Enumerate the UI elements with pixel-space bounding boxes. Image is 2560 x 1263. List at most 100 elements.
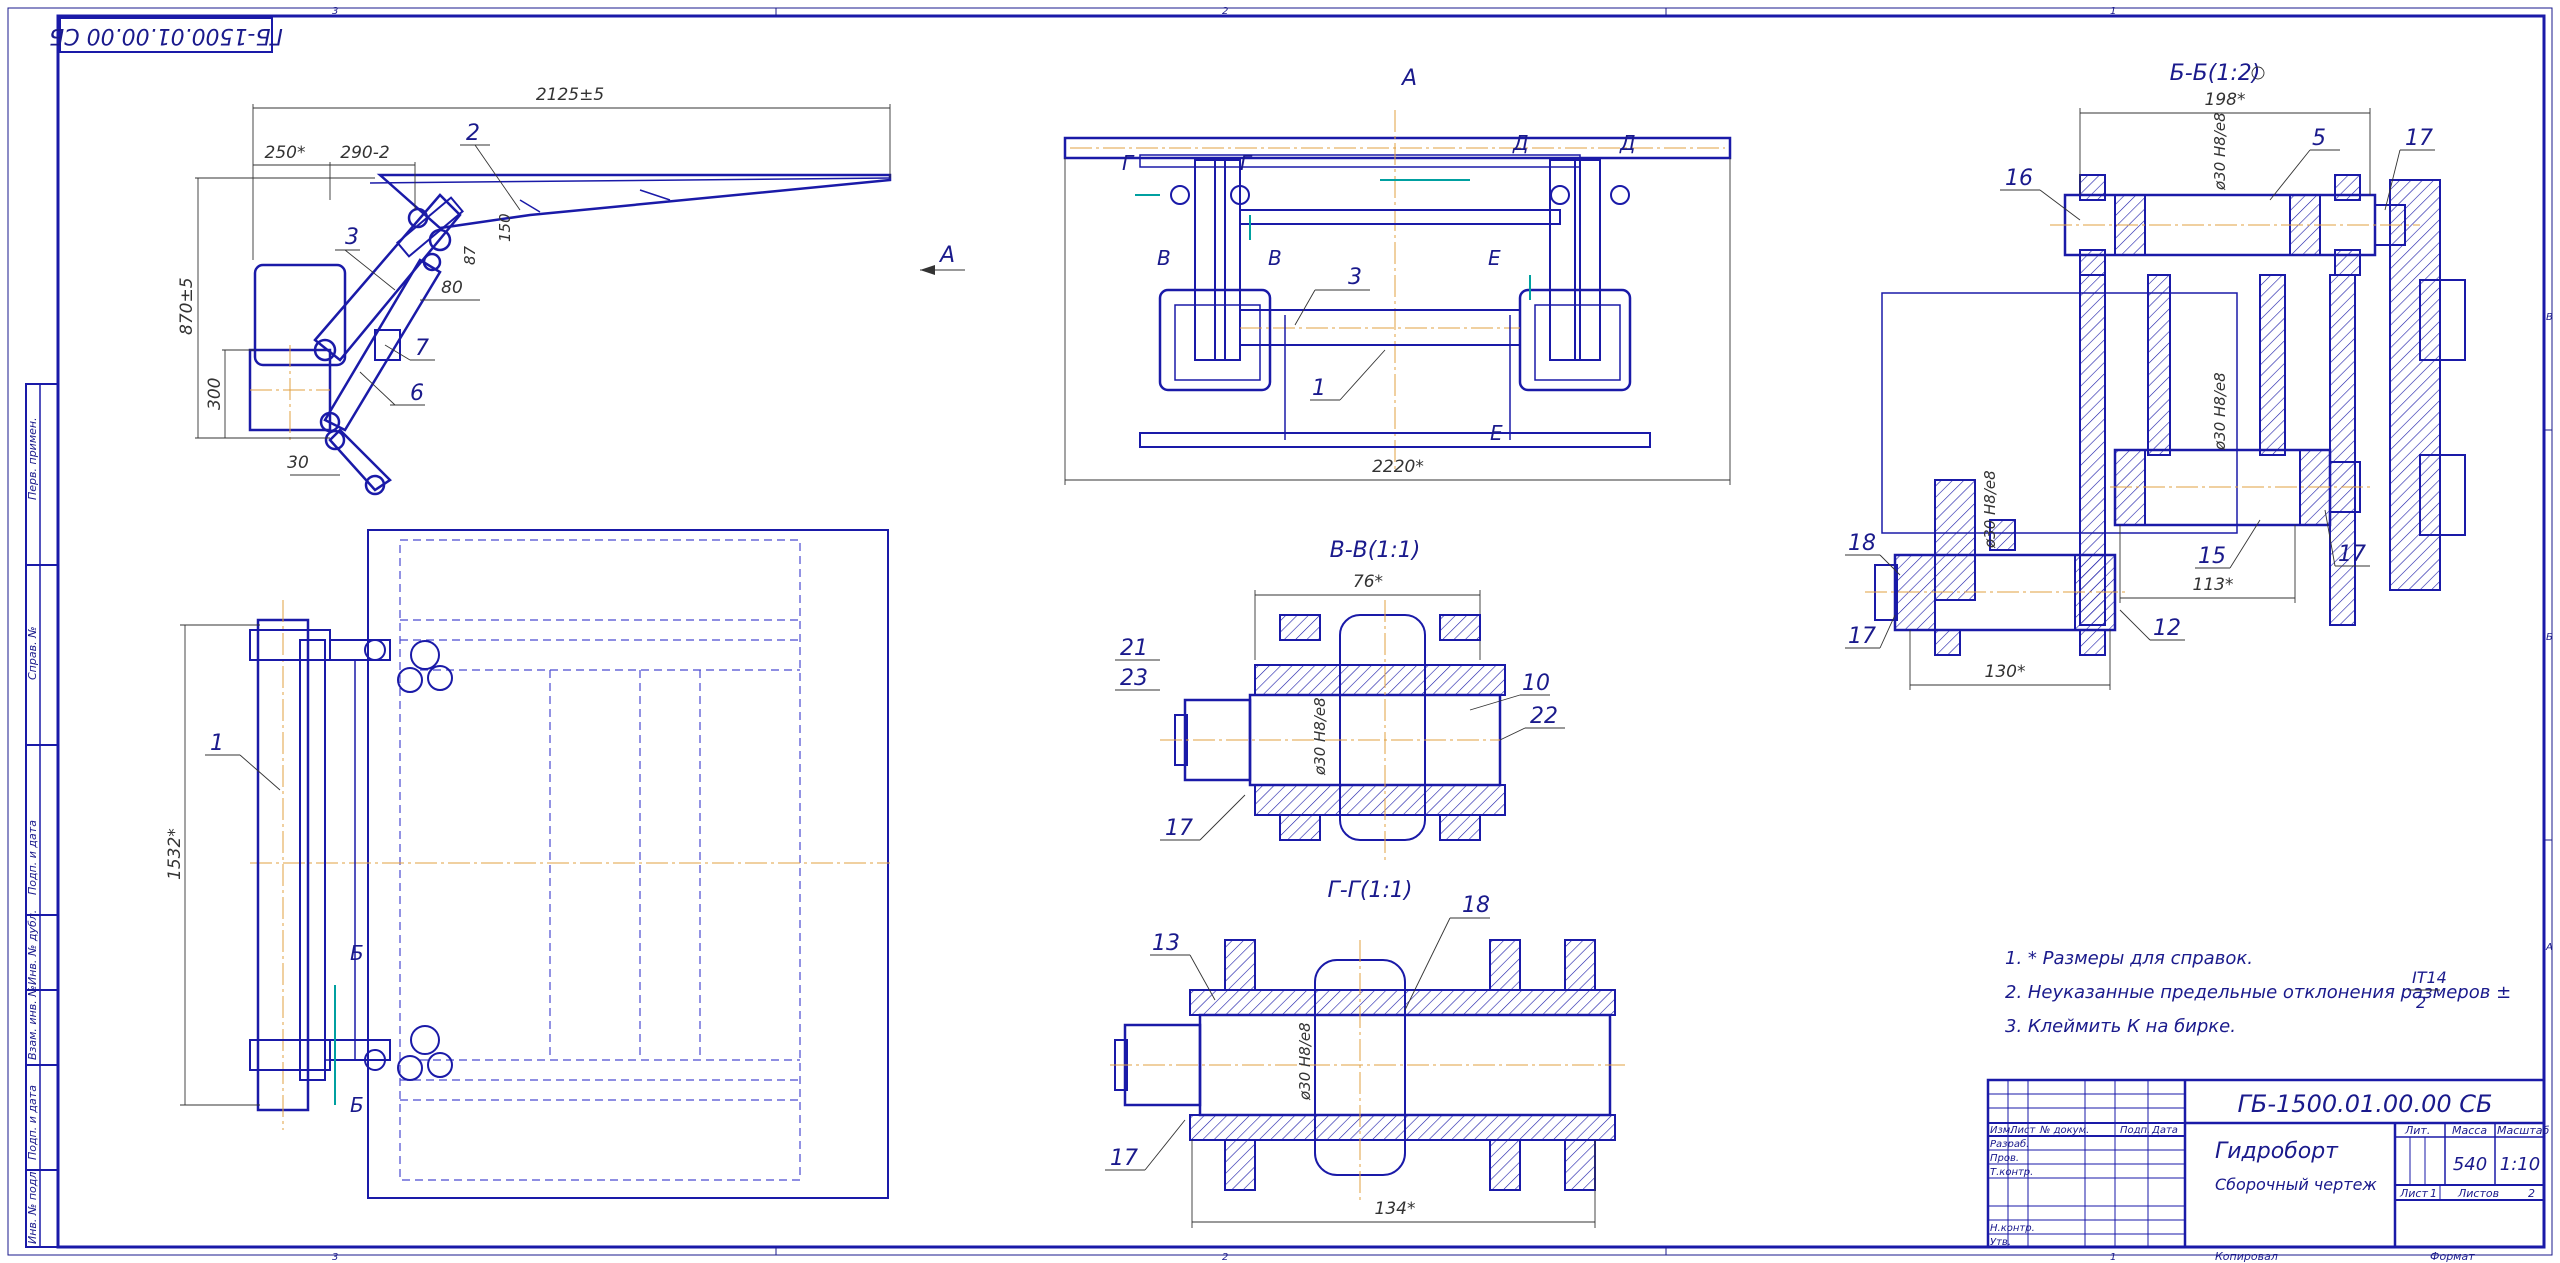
- dim-134: 134*: [1375, 1199, 1416, 1219]
- label-17-bb-top: 17: [2405, 126, 2433, 151]
- section-v-right: В: [1268, 246, 1282, 270]
- dim-198: 198*: [2205, 90, 2246, 110]
- tb-role-razrab: Разраб.: [1990, 1138, 2029, 1150]
- tb-scale-label: Масштаб: [2497, 1124, 2549, 1137]
- dim-130: 130*: [1985, 662, 2026, 682]
- tb-role-tkontr: Т.контр.: [1990, 1167, 2033, 1178]
- label-12: 12: [2153, 616, 2181, 641]
- note-fraction-num: IT14: [2412, 968, 2447, 987]
- top-view: 1532* 1 Б Б: [165, 529, 890, 1199]
- title-block: Изм. Лист № докум. Подп. Дата Разраб. Пр…: [1986, 1078, 2549, 1263]
- section-e-top: Е: [1488, 246, 1501, 270]
- label-6: 6: [410, 381, 424, 406]
- dim-76: 76*: [1353, 572, 1383, 592]
- label-21: 21: [1120, 636, 1148, 661]
- section-gg: Г-Г(1:1) ø30 H8/e8 134* 13 18 17: [1105, 878, 1625, 1228]
- zone-bottom-2: 2: [1222, 1252, 1228, 1263]
- dim-2125: 2125±5: [536, 85, 604, 105]
- label-10: 10: [1522, 671, 1550, 696]
- fit-bb-top: ø30 H8/e8: [2211, 112, 2229, 191]
- dim-2220: 2220*: [1372, 457, 1424, 477]
- strip-label-3: Инв. № дубл.: [26, 910, 39, 985]
- dim-290: 290-2: [340, 143, 389, 163]
- label-3-viewa: 3: [1348, 265, 1362, 290]
- note-fraction-den: 2: [2416, 993, 2426, 1012]
- section-b-mark-bottom: Б: [350, 1093, 364, 1117]
- zone-top-1: 1: [2110, 6, 2116, 17]
- zone-right-b: Б: [2546, 632, 2553, 643]
- section-vv: В-В(1:1) 76* ø30 H8/e8 21 23 10 22 17: [1115, 538, 1565, 860]
- fit-gg: ø30 H8/e8: [1296, 1022, 1314, 1101]
- tb-col-data: Дата: [2151, 1125, 2178, 1136]
- label-18-gg: 18: [1462, 893, 1490, 918]
- zone-bottom-3: 3: [332, 1252, 338, 1263]
- fit-bb-mid: ø30 H8/e8: [2211, 372, 2229, 451]
- tb-col-docnum: № докум.: [2039, 1125, 2089, 1136]
- tb-copied: Копировал: [2215, 1250, 2278, 1263]
- view-a-title: А: [1400, 66, 1417, 91]
- tb-doc-type: Сборочный чертеж: [2215, 1175, 2377, 1194]
- section-g-right: Г: [1240, 151, 1253, 175]
- rotated-stamp: ГБ-1500.01.00.00 СБ: [49, 17, 283, 53]
- label-7: 7: [415, 336, 429, 361]
- tb-scale: 1:10: [2500, 1154, 2540, 1175]
- tb-col-podp: Подп.: [2120, 1125, 2150, 1136]
- stamp-code: ГБ-1500.01.00.00 СБ: [49, 23, 283, 48]
- dim-1532: 1532*: [165, 828, 185, 880]
- tb-sheets: 2: [2528, 1187, 2535, 1200]
- label-3: 3: [345, 225, 359, 250]
- fit-bb-bottom: ø30 H8/e8: [1981, 470, 1999, 549]
- tb-role-nkontr: Н.контр.: [1990, 1223, 2035, 1234]
- label-23: 23: [1120, 666, 1148, 691]
- dim-30: 30: [287, 453, 309, 473]
- zone-top-3: 3: [332, 6, 338, 17]
- label-18-bb: 18: [1848, 531, 1876, 556]
- dim-870: 870±5: [177, 277, 197, 335]
- section-gg-title: Г-Г(1:1): [1327, 878, 1412, 903]
- note-1: 1. * Размеры для справок.: [2005, 948, 2253, 969]
- section-b-mark-top: Б: [350, 941, 364, 965]
- label-1-viewa: 1: [1312, 376, 1326, 401]
- tb-mass: 540: [2453, 1154, 2487, 1175]
- strip-label-1: Справ. №: [26, 626, 39, 680]
- section-v-left: В: [1157, 246, 1171, 270]
- label-17-vv: 17: [1165, 816, 1193, 841]
- strip-label-0: Перв. примен.: [26, 417, 39, 500]
- section-bb-title: Б-Б(1:2): [2170, 61, 2261, 86]
- zone-bottom-1: 1: [2110, 1252, 2116, 1263]
- section-d-right: Д: [1619, 131, 1636, 155]
- view-a: А Г Г Д Д В В Е Е 3 1 2220*: [1063, 66, 1732, 485]
- label-15: 15: [2198, 544, 2226, 569]
- tb-col-list: Лист: [2009, 1125, 2037, 1136]
- section-d-left: Д: [1512, 131, 1529, 155]
- section-bb: Б-Б(1:2) ø30 H8/e8 ø30 H8/e8 ø30 H8/e8 1…: [1845, 61, 2466, 690]
- left-strip: Перв. примен. Справ. № Подп. и дата Инв.…: [25, 383, 59, 1248]
- strip-label-4: Взам. инв. №: [26, 985, 39, 1060]
- dim-80: 80: [441, 278, 463, 298]
- tb-name: Гидроборт: [2215, 1139, 2339, 1164]
- zone-top-2: 2: [1222, 6, 1228, 17]
- tb-format: Формат: [2430, 1250, 2475, 1263]
- dim-113: 113*: [2193, 575, 2234, 595]
- tb-lit-label: Лит.: [2404, 1124, 2430, 1137]
- label-2: 2: [466, 121, 480, 146]
- dim-300: 300: [205, 378, 225, 410]
- zone-right-a: А: [2545, 942, 2553, 953]
- label-1-topview: 1: [210, 731, 224, 756]
- dim-150: 150: [496, 213, 514, 242]
- tb-sheet: 1: [2430, 1187, 2437, 1200]
- tb-sheet-label: Лист: [2399, 1187, 2428, 1200]
- dim-87: 87: [461, 245, 479, 265]
- strip-label-2: Подп. и дата: [26, 820, 39, 895]
- tb-role-utv: Утв.: [1990, 1237, 2011, 1248]
- drawing-sheet: 3 2 1 3 2 1 В Б А ГБ-1500.01.00.00 СБ Пе…: [7, 6, 2553, 1263]
- note-3: 3. Клеймить К на бирке.: [2005, 1016, 2236, 1037]
- zone-right-v: В: [2546, 312, 2553, 323]
- section-vv-title: В-В(1:1): [1330, 538, 1421, 563]
- strip-label-6: Инв. № подл.: [26, 1168, 39, 1244]
- view-arrow-a: А: [938, 243, 955, 268]
- label-17-bb-mid: 17: [2338, 542, 2366, 567]
- section-g-left: Г: [1122, 151, 1135, 175]
- tech-notes: 1. * Размеры для справок. 2. Неуказанные…: [2005, 948, 2511, 1037]
- tb-role-prov: Пров.: [1990, 1153, 2019, 1164]
